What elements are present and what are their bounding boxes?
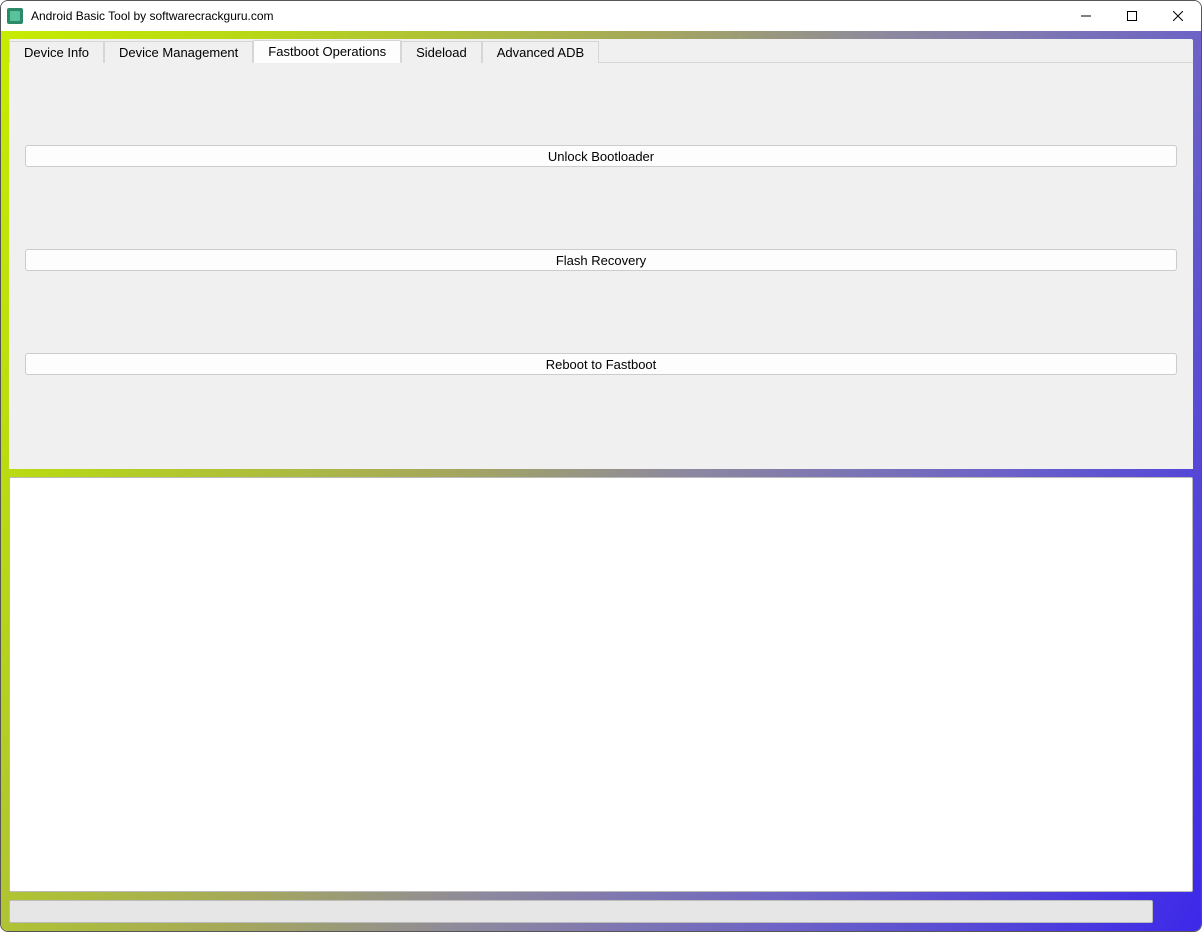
client-area: Device Info Device Management Fastboot O… xyxy=(1,31,1201,931)
titlebar[interactable]: Android Basic Tool by softwarecrackguru.… xyxy=(1,1,1201,31)
tab-fastboot-operations[interactable]: Fastboot Operations xyxy=(253,40,401,63)
reboot-to-fastboot-button[interactable]: Reboot to Fastboot xyxy=(25,353,1177,375)
close-icon xyxy=(1173,11,1183,21)
app-window: Android Basic Tool by softwarecrackguru.… xyxy=(0,0,1202,932)
window-title: Android Basic Tool by softwarecrackguru.… xyxy=(31,9,1063,23)
maximize-icon xyxy=(1127,11,1137,21)
flash-recovery-button[interactable]: Flash Recovery xyxy=(25,249,1177,271)
tab-panel: Device Info Device Management Fastboot O… xyxy=(9,39,1193,469)
minimize-button[interactable] xyxy=(1063,1,1109,31)
tab-content: Unlock Bootloader Flash Recovery Reboot … xyxy=(9,62,1193,469)
tab-advanced-adb[interactable]: Advanced ADB xyxy=(482,41,599,63)
unlock-bootloader-button[interactable]: Unlock Bootloader xyxy=(25,145,1177,167)
log-output[interactable] xyxy=(9,477,1193,892)
minimize-icon xyxy=(1081,11,1091,21)
close-button[interactable] xyxy=(1155,1,1201,31)
tab-strip: Device Info Device Management Fastboot O… xyxy=(9,39,1193,62)
maximize-button[interactable] xyxy=(1109,1,1155,31)
tab-device-info[interactable]: Device Info xyxy=(9,41,104,63)
app-icon xyxy=(7,8,23,24)
window-controls xyxy=(1063,1,1201,31)
status-bar xyxy=(9,900,1153,923)
tab-sideload[interactable]: Sideload xyxy=(401,41,482,63)
tab-device-management[interactable]: Device Management xyxy=(104,41,253,63)
